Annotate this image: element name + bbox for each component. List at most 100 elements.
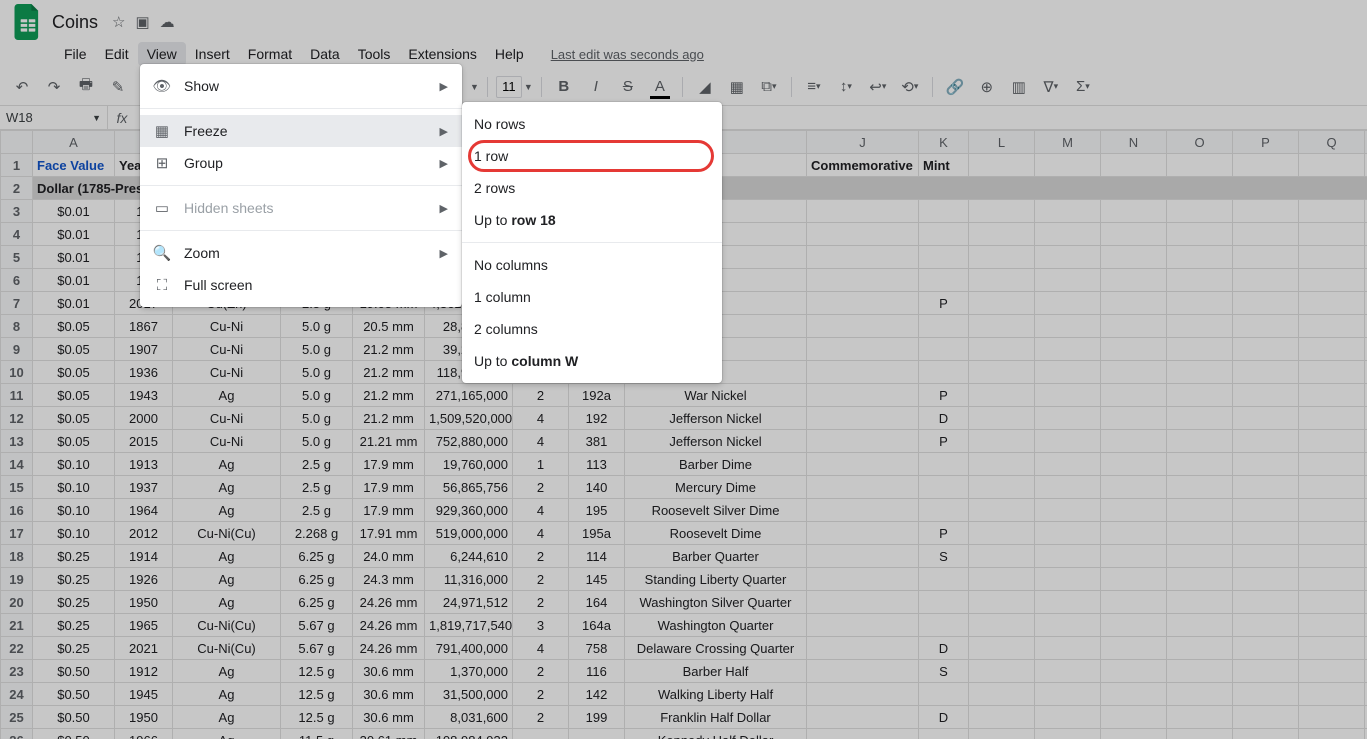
move-icon[interactable]: ▣ [135,13,149,31]
cell[interactable]: 2 [513,706,569,729]
cell[interactable]: $0.25 [33,591,115,614]
cell[interactable] [1299,660,1365,683]
cell[interactable] [1101,315,1167,338]
row-header[interactable]: 1 [1,154,33,177]
cell[interactable]: Ag [173,706,281,729]
cell[interactable]: 24.26 mm [353,614,425,637]
cell[interactable]: 12.5 g [281,660,353,683]
cell[interactable]: War Nickel [625,384,807,407]
cell[interactable] [1299,683,1365,706]
cell[interactable]: 6.25 g [281,568,353,591]
cell[interactable]: 192 [569,407,625,430]
cell[interactable] [1299,269,1365,292]
cell[interactable]: 17.91 mm [353,522,425,545]
view-group[interactable]: ⊞Group▶ [140,147,462,179]
cell[interactable] [1233,660,1299,683]
cell[interactable]: Washington Silver Quarter [625,591,807,614]
cell[interactable] [1035,499,1101,522]
view-zoom[interactable]: 🔍Zoom▶ [140,237,462,269]
row-header[interactable]: 23 [1,660,33,683]
cell[interactable]: Kennedy Half Dollar [625,729,807,739]
cell[interactable] [1233,499,1299,522]
cell[interactable] [919,361,969,384]
cell[interactable]: 30.6 mm [353,706,425,729]
cell[interactable] [1167,568,1233,591]
cell[interactable]: 21.2 mm [353,338,425,361]
cell[interactable]: Ag [173,499,281,522]
row-header[interactable]: 8 [1,315,33,338]
cell[interactable] [1167,338,1233,361]
cell[interactable] [1299,453,1365,476]
column-header-J[interactable]: J [807,131,919,154]
cell[interactable]: 4 [513,499,569,522]
cell[interactable]: Walking Liberty Half [625,683,807,706]
cell[interactable]: 5.0 g [281,407,353,430]
cell[interactable]: 2 [513,476,569,499]
header-cell[interactable]: Commemorative [807,154,919,177]
cell[interactable]: P [919,430,969,453]
cell[interactable] [1233,384,1299,407]
cell[interactable]: 929,360,000 [425,499,513,522]
cell[interactable] [807,545,919,568]
row-header[interactable]: 20 [1,591,33,614]
row-header[interactable]: 19 [1,568,33,591]
cell[interactable] [807,361,919,384]
cell[interactable]: $0.01 [33,200,115,223]
cell[interactable]: $0.05 [33,338,115,361]
cell[interactable] [1299,361,1365,384]
cell[interactable]: 752,880,000 [425,430,513,453]
cell[interactable]: 4 [513,430,569,453]
cell[interactable] [1233,729,1299,739]
menu-view[interactable]: View [138,42,186,66]
cell[interactable] [1233,361,1299,384]
cell[interactable] [1299,430,1365,453]
cell[interactable] [969,430,1035,453]
cell[interactable] [969,361,1035,384]
cell[interactable] [919,683,969,706]
cell[interactable] [1233,591,1299,614]
cell[interactable] [807,499,919,522]
cell[interactable]: 1965 [115,614,173,637]
cell[interactable] [969,683,1035,706]
cell[interactable]: 164 [569,591,625,614]
cell[interactable] [1167,614,1233,637]
cell[interactable]: 1,509,520,000 [425,407,513,430]
cell[interactable] [1167,384,1233,407]
cell[interactable]: Jefferson Nickel [625,407,807,430]
cell[interactable] [807,384,919,407]
cell[interactable] [919,453,969,476]
cell[interactable]: 12.5 g [281,683,353,706]
menu-insert[interactable]: Insert [186,42,239,66]
cell[interactable] [1035,361,1101,384]
cell[interactable]: $0.01 [33,292,115,315]
cell[interactable]: 21.21 mm [353,430,425,453]
cell[interactable] [1035,315,1101,338]
cell[interactable]: Ag [173,545,281,568]
cell[interactable] [1233,338,1299,361]
cell[interactable] [1299,407,1365,430]
cell[interactable] [1035,545,1101,568]
cell[interactable]: Delaware Crossing Quarter [625,637,807,660]
cell[interactable]: Barber Half [625,660,807,683]
cell[interactable] [1035,476,1101,499]
cell[interactable] [1167,315,1233,338]
cell[interactable] [1101,453,1167,476]
row-header[interactable]: 10 [1,361,33,384]
cell[interactable] [1167,407,1233,430]
cell[interactable]: 1937 [115,476,173,499]
row-header[interactable]: 4 [1,223,33,246]
cell[interactable] [1233,545,1299,568]
cell[interactable] [1035,614,1101,637]
cell[interactable] [919,269,969,292]
cell[interactable] [1233,614,1299,637]
cell[interactable]: 8,031,600 [425,706,513,729]
cell[interactable] [1101,522,1167,545]
cell[interactable] [1101,683,1167,706]
cell[interactable]: 5.0 g [281,361,353,384]
cell[interactable] [1299,384,1365,407]
cell[interactable]: 30.6 mm [353,683,425,706]
cell[interactable]: 56,865,756 [425,476,513,499]
cell[interactable]: 6,244,610 [425,545,513,568]
cell[interactable] [1101,246,1167,269]
cell[interactable]: 113 [569,453,625,476]
